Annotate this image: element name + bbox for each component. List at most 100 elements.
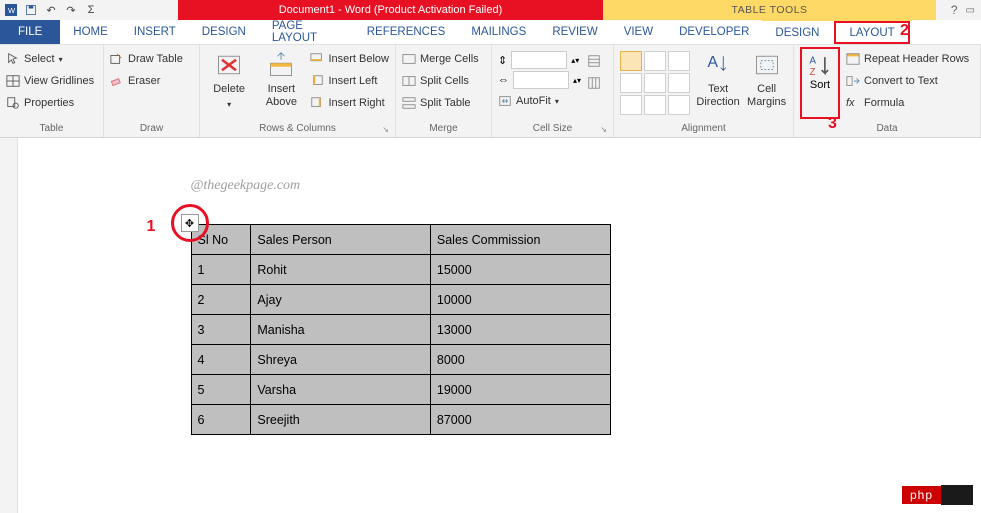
tab-page-layout[interactable]: PAGE LAYOUT [259,20,354,44]
table-row[interactable]: 5Varsha19000 [191,375,610,405]
alignment-grid[interactable] [620,47,690,115]
draw-table-button[interactable]: Draw Table [110,49,183,69]
tab-insert[interactable]: INSERT [121,20,189,44]
table-cell[interactable]: 3 [191,315,251,345]
sales-table[interactable]: Sl No Sales Person Sales Commission 1Roh… [191,224,611,435]
insert-left-icon [310,74,324,88]
tab-developer[interactable]: DEVELOPER [666,20,762,44]
repeat-header-rows-button[interactable]: Repeat Header Rows [846,49,969,69]
app-icon: W [4,3,18,17]
cell-margins-icon [753,51,781,79]
autofit-button[interactable]: AutoFit ▾ [498,91,581,111]
split-table-button[interactable]: Split Table [402,93,479,113]
row-height-icon: ⇕ [498,54,507,67]
table-header-row: Sl No Sales Person Sales Commission [191,225,610,255]
distribute-cols-icon [587,76,601,90]
table-move-handle[interactable]: ✥ [181,214,199,232]
eraser-button[interactable]: Eraser [110,71,183,91]
autosum-icon[interactable]: Σ [84,3,98,17]
table-cell[interactable]: Rohit [251,255,431,285]
split-cells-icon [402,74,416,88]
table-row[interactable]: 1Rohit15000 [191,255,610,285]
table-cell[interactable]: Shreya [251,345,431,375]
row-height-input[interactable]: ⇕▴▾ [498,51,581,69]
table-cell[interactable]: 13000 [430,315,610,345]
dialog-launcher-icon[interactable]: ↘ [600,125,607,134]
redo-icon[interactable]: ↷ [64,3,78,17]
table-cell[interactable]: 6 [191,405,251,435]
table-row[interactable]: 2Ajay10000 [191,285,610,315]
save-icon[interactable] [24,3,38,17]
formula-icon: fx [846,97,860,109]
annotation-2: 2 [900,22,909,40]
delete-button[interactable]: Delete▾ [206,47,252,119]
group-label-merge: Merge [402,121,485,137]
tab-home[interactable]: HOME [60,20,121,44]
text-direction-button[interactable]: A Text Direction [696,47,740,119]
distribute-rows-button[interactable] [587,51,605,71]
table-cell[interactable]: Varsha [251,375,431,405]
col-header[interactable]: Sales Person [251,225,431,255]
split-cells-button[interactable]: Split Cells [402,71,479,91]
dialog-launcher-icon[interactable]: ↘ [382,125,389,134]
insert-above-button[interactable]: Insert Above [258,47,304,119]
tab-table-layout[interactable]: LAYOUT [834,21,909,44]
table-row[interactable]: 3Manisha13000 [191,315,610,345]
table-cell[interactable]: 1 [191,255,251,285]
help-icon[interactable]: ? [951,3,958,17]
table-cell[interactable]: Manisha [251,315,431,345]
col-width-input[interactable]: ⇔▴▾ [498,71,581,89]
insert-left-button[interactable]: Insert Left [310,71,389,91]
insert-above-icon [267,51,295,79]
ribbon-options-icon[interactable]: ▭ [966,5,975,16]
table-row[interactable]: 6Sreejith87000 [191,405,610,435]
select-button[interactable]: Select ▾ [6,49,94,69]
merge-cells-button[interactable]: Merge Cells [402,49,479,69]
table-cell[interactable]: 2 [191,285,251,315]
watermark-text: @thegeekpage.com [191,178,851,194]
insert-below-button[interactable]: Insert Below [310,49,389,69]
table-cell[interactable]: Sreejith [251,405,431,435]
merge-icon [402,52,416,66]
formula-button[interactable]: fxFormula [846,93,969,113]
svg-text:A: A [809,56,816,67]
tab-design[interactable]: DESIGN [189,20,259,44]
table-cell[interactable]: 19000 [430,375,610,405]
table-cell[interactable]: 8000 [430,345,610,375]
draw-table-icon [110,52,124,66]
table-cell[interactable]: 4 [191,345,251,375]
dropdown-icon: ▾ [59,55,63,64]
cell-margins-button[interactable]: Cell Margins [746,47,787,119]
tab-view[interactable]: VIEW [611,20,666,44]
table-cell[interactable]: 15000 [430,255,610,285]
view-gridlines-button[interactable]: View Gridlines [6,71,94,91]
col-header[interactable]: Sales Commission [430,225,610,255]
properties-icon [6,96,20,110]
convert-to-text-button[interactable]: Convert to Text [846,71,969,91]
properties-button[interactable]: Properties [6,93,94,113]
distribute-cols-button[interactable] [587,73,605,93]
table-cell[interactable]: 5 [191,375,251,405]
undo-icon[interactable]: ↶ [44,3,58,17]
text-direction-icon: A [704,51,732,79]
table-cell[interactable]: 87000 [430,405,610,435]
tab-table-design[interactable]: DESIGN [762,21,832,44]
repeat-header-icon [846,52,860,66]
tab-mailings[interactable]: MAILINGS [458,20,539,44]
insert-right-button[interactable]: Insert Right [310,93,389,113]
vertical-ruler [0,138,18,513]
insert-below-icon [310,52,324,66]
group-label-data: Data [800,121,974,137]
table-row[interactable]: 4Shreya8000 [191,345,610,375]
delete-icon [215,51,243,79]
autofit-icon [498,94,512,108]
sort-button[interactable]: AZ Sort [800,47,840,119]
table-cell[interactable]: 10000 [430,285,610,315]
tab-review[interactable]: REVIEW [539,20,610,44]
table-cell[interactable]: Ajay [251,285,431,315]
tab-file[interactable]: FILE [0,20,60,44]
tab-references[interactable]: REFERENCES [354,20,459,44]
contextual-tab-title: TABLE TOOLS [603,0,936,20]
group-label-rowscols: Rows & Columns↘ [206,121,389,137]
php-badge: php [902,485,973,505]
